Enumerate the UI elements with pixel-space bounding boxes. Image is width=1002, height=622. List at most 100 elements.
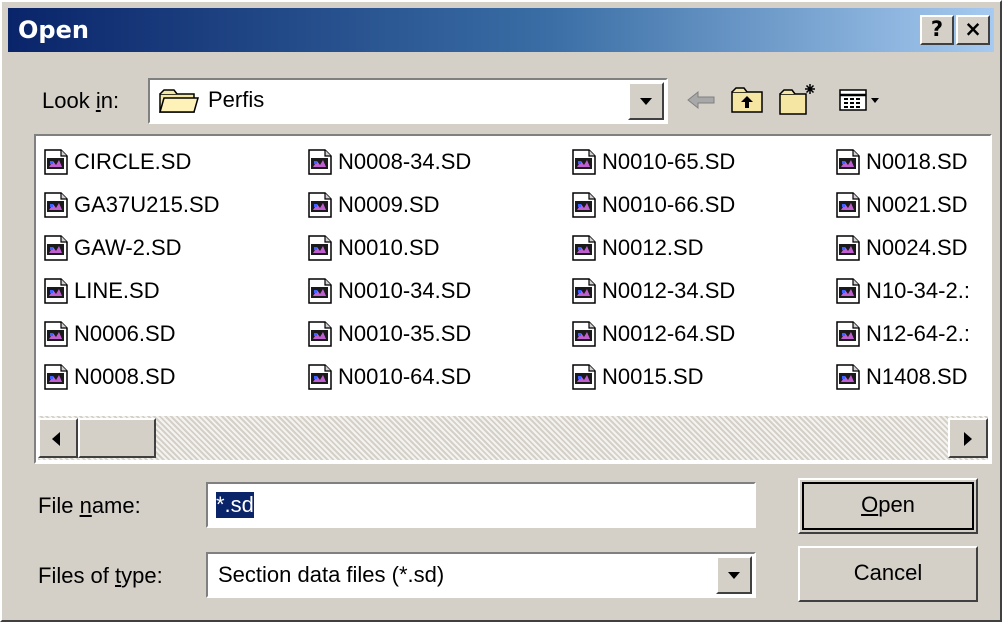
file-item[interactable]: N0010-66.SD bbox=[572, 187, 735, 223]
file-item[interactable]: GA37U215.SD bbox=[44, 187, 220, 223]
arrow-right-icon bbox=[964, 432, 972, 446]
file-item[interactable]: GAW-2.SD bbox=[44, 230, 182, 266]
file-name: N10-34-2.: bbox=[866, 278, 970, 303]
file-item[interactable]: N0009.SD bbox=[308, 187, 440, 223]
sd-file-icon bbox=[308, 278, 332, 304]
window-title: Open bbox=[18, 16, 89, 44]
help-button[interactable]: ? bbox=[920, 15, 954, 45]
file-item[interactable]: N1408.SD bbox=[836, 359, 968, 395]
file-item[interactable]: N0012-64.SD bbox=[572, 316, 735, 352]
file-name: GAW-2.SD bbox=[74, 235, 182, 260]
file-item[interactable]: N0008.SD bbox=[44, 359, 176, 395]
chevron-down-icon bbox=[728, 572, 740, 579]
open-dialog: Open ? × Look in: Perfis CIRCLE.SD GA37U… bbox=[0, 0, 1002, 622]
sd-file-icon bbox=[308, 192, 332, 218]
file-item[interactable]: N0021.SD bbox=[836, 187, 968, 223]
file-item[interactable]: N0010-64.SD bbox=[308, 359, 471, 395]
file-name: N0010-65.SD bbox=[602, 149, 736, 174]
file-list[interactable]: CIRCLE.SD GA37U215.SD GAW-2.SD LINE.SD N0006… bbox=[34, 134, 992, 464]
up-one-level-icon[interactable] bbox=[728, 82, 768, 118]
sd-file-icon bbox=[572, 364, 596, 390]
sd-file-icon bbox=[572, 321, 596, 347]
file-name: N0009.SD bbox=[338, 192, 440, 217]
sd-file-icon bbox=[44, 149, 68, 175]
file-item[interactable]: N0006.SD bbox=[44, 316, 176, 352]
files-of-type-combo[interactable]: Section data files (*.sd) bbox=[206, 552, 756, 598]
file-name: N0021.SD bbox=[866, 192, 968, 217]
file-name: N0012-34.SD bbox=[602, 278, 736, 303]
file-name: N0006.SD bbox=[74, 321, 176, 346]
horizontal-scrollbar[interactable] bbox=[38, 416, 988, 460]
sd-file-icon bbox=[44, 321, 68, 347]
file-item[interactable]: N0010-35.SD bbox=[308, 316, 471, 352]
files-of-type-label: Files of type: bbox=[38, 563, 163, 588]
sd-file-icon bbox=[836, 235, 860, 261]
look-in-combo[interactable]: Perfis bbox=[148, 78, 668, 124]
sd-file-icon bbox=[44, 192, 68, 218]
sd-file-icon bbox=[572, 235, 596, 261]
file-item[interactable]: N0012-34.SD bbox=[572, 273, 735, 309]
files-of-type-value: Section data files (*.sd) bbox=[218, 562, 445, 587]
cancel-button[interactable]: Cancel bbox=[798, 546, 978, 602]
file-item[interactable]: N0010.SD bbox=[308, 230, 440, 266]
file-item[interactable]: N0008-34.SD bbox=[308, 144, 471, 180]
sd-file-icon bbox=[572, 192, 596, 218]
open-button[interactable]: Open bbox=[798, 478, 978, 534]
sd-file-icon bbox=[836, 192, 860, 218]
file-item[interactable]: N10-34-2.: bbox=[836, 273, 970, 309]
scroll-track[interactable] bbox=[38, 416, 988, 460]
sd-file-icon bbox=[836, 278, 860, 304]
file-name: CIRCLE.SD bbox=[74, 149, 192, 174]
files-of-type-dropdown-button[interactable] bbox=[716, 556, 752, 594]
file-name: N12-64-2.: bbox=[866, 321, 970, 346]
close-button[interactable]: × bbox=[956, 15, 990, 45]
sd-file-icon bbox=[308, 149, 332, 175]
look-in-value: Perfis bbox=[208, 87, 265, 112]
file-name-label: File name: bbox=[38, 493, 141, 518]
sd-file-icon bbox=[308, 321, 332, 347]
file-name: N0008-34.SD bbox=[338, 149, 472, 174]
view-menu-icon[interactable] bbox=[836, 82, 882, 118]
scroll-thumb[interactable] bbox=[78, 418, 156, 458]
sd-file-icon bbox=[44, 364, 68, 390]
sd-file-icon bbox=[572, 278, 596, 304]
file-item[interactable]: LINE.SD bbox=[44, 273, 160, 309]
file-item[interactable]: N0024.SD bbox=[836, 230, 968, 266]
file-item[interactable]: N12-64-2.: bbox=[836, 316, 970, 352]
file-name: N0024.SD bbox=[866, 235, 968, 260]
file-name-value: *.sd bbox=[216, 492, 254, 518]
sd-file-icon bbox=[44, 235, 68, 261]
file-item[interactable]: N0015.SD bbox=[572, 359, 704, 395]
file-name: N0012.SD bbox=[602, 235, 704, 260]
title-bar[interactable]: Open ? × bbox=[8, 8, 994, 52]
file-name: N1408.SD bbox=[866, 364, 968, 389]
file-name-input[interactable]: *.sd bbox=[206, 482, 756, 528]
scroll-right-button[interactable] bbox=[948, 418, 988, 458]
file-name: N0012-64.SD bbox=[602, 321, 736, 346]
scroll-left-button[interactable] bbox=[38, 418, 78, 458]
look-in-label: Look in: bbox=[42, 88, 120, 113]
file-item[interactable]: CIRCLE.SD bbox=[44, 144, 191, 180]
back-arrow-icon[interactable] bbox=[682, 82, 722, 118]
file-item[interactable]: N0018.SD bbox=[836, 144, 968, 180]
arrow-left-icon bbox=[52, 432, 60, 446]
file-name: N0010.SD bbox=[338, 235, 440, 260]
folder-icon bbox=[159, 89, 199, 113]
sd-file-icon bbox=[572, 149, 596, 175]
chevron-down-icon bbox=[640, 98, 652, 105]
sd-file-icon bbox=[836, 364, 860, 390]
create-new-folder-icon[interactable] bbox=[778, 82, 818, 118]
sd-file-icon bbox=[836, 149, 860, 175]
look-in-dropdown-button[interactable] bbox=[628, 82, 664, 120]
file-item[interactable]: N0010-65.SD bbox=[572, 144, 735, 180]
file-name: N0015.SD bbox=[602, 364, 704, 389]
sd-file-icon bbox=[44, 278, 68, 304]
file-item[interactable]: N0010-34.SD bbox=[308, 273, 471, 309]
file-name: GA37U215.SD bbox=[74, 192, 220, 217]
file-item[interactable]: N0012.SD bbox=[572, 230, 704, 266]
file-name: LINE.SD bbox=[74, 278, 160, 303]
sd-file-icon bbox=[308, 235, 332, 261]
file-name: N0010-66.SD bbox=[602, 192, 736, 217]
file-name: N0018.SD bbox=[866, 149, 968, 174]
file-name: N0010-35.SD bbox=[338, 321, 472, 346]
